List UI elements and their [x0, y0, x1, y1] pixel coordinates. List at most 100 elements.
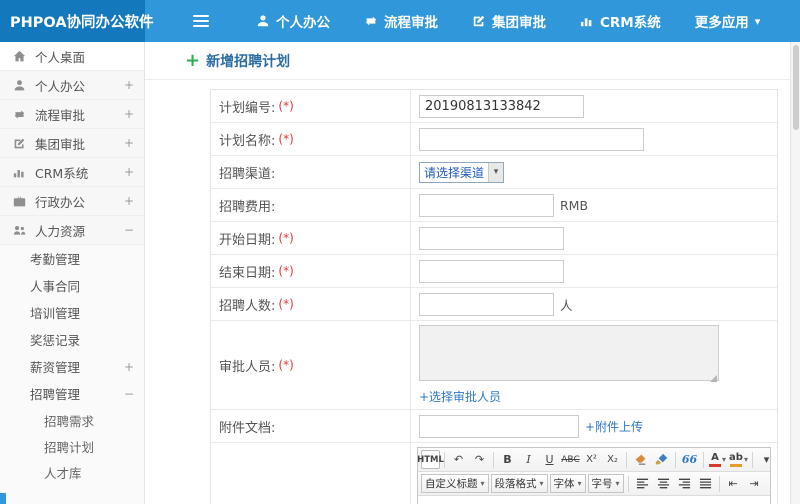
caret-down-icon: ▾: [615, 479, 620, 488]
form-row-attachment: 附件文档: +附件上传: [211, 410, 777, 443]
more-tools-button[interactable]: ▾: [757, 450, 770, 469]
sidebar-item-admin-office[interactable]: 行政办公 +: [0, 187, 144, 216]
blockquote-button[interactable]: 66: [680, 450, 699, 469]
people-icon: [13, 224, 26, 237]
sidebar-item-recruit-mgmt[interactable]: 招聘管理 −: [0, 380, 144, 407]
subscript-button[interactable]: X₂: [603, 450, 622, 469]
headcount-input[interactable]: [419, 292, 554, 316]
align-right-button[interactable]: [675, 474, 694, 493]
expand-toggle-icon[interactable]: +: [124, 360, 134, 374]
font-color-button[interactable]: A ▾: [708, 450, 727, 469]
nav-crm-system[interactable]: CRM系统: [563, 0, 678, 42]
nav-label: 流程审批: [384, 15, 438, 31]
align-center-icon: [657, 477, 670, 490]
plan-no-input[interactable]: [419, 94, 584, 118]
underline-button[interactable]: U: [540, 450, 559, 469]
outdent-button[interactable]: ⇤: [724, 474, 743, 493]
top-nav: 个人办公 流程审批 集团审批 CRM系统 更多应用 ▾: [145, 0, 777, 42]
font-size-dropdown[interactable]: 字号 ▾: [587, 474, 624, 493]
sidebar-item-salary[interactable]: 薪资管理 +: [0, 353, 144, 380]
sidebar-item-personal-office[interactable]: 个人办公 +: [0, 71, 144, 100]
main-content: + 新增招聘计划 计划编号: (*) 计划名称: (*): [145, 42, 800, 504]
caret-down-icon: ▾: [577, 479, 582, 488]
expand-toggle-icon[interactable]: +: [124, 194, 134, 208]
expand-toggle-icon[interactable]: +: [124, 165, 134, 179]
expand-toggle-icon[interactable]: +: [124, 107, 134, 121]
required-mark: (*): [278, 264, 294, 278]
choose-approver-link[interactable]: +选择审批人员: [419, 388, 501, 405]
form-row-approver: 审批人员: (*) +选择审批人员: [211, 321, 777, 410]
nav-process-approval[interactable]: 流程审批: [347, 0, 455, 42]
sidebar-item-desktop[interactable]: 个人桌面: [0, 42, 144, 71]
toolbar-separator: [752, 451, 753, 468]
toolbar-separator: [493, 451, 494, 468]
sidebar-item-recruit-plan[interactable]: 招聘计划: [0, 433, 144, 459]
page-scrollbar[interactable]: [790, 42, 800, 504]
plan-name-input[interactable]: [419, 127, 644, 151]
custom-heading-dropdown[interactable]: 自定义标题 ▾: [421, 474, 489, 493]
font-color-swatch: [709, 463, 721, 467]
expand-toggle-icon[interactable]: +: [124, 78, 134, 92]
nav-more-apps[interactable]: 更多应用 ▾: [678, 0, 778, 42]
collapse-toggle-icon[interactable]: −: [124, 223, 134, 237]
required-mark: (*): [278, 297, 294, 311]
highlight-color-button[interactable]: ab ▾: [729, 450, 748, 469]
select-caret-icon: ▾: [488, 162, 504, 182]
font-family-dropdown[interactable]: 字体 ▾: [549, 474, 586, 493]
form-row-plan-no: 计划编号: (*): [211, 90, 777, 123]
caret-down-icon: ▾: [743, 455, 748, 464]
page-header: + 新增招聘计划: [145, 42, 800, 80]
align-left-button[interactable]: [633, 474, 652, 493]
sidebar-item-recruit-demand[interactable]: 招聘需求: [0, 407, 144, 433]
user-icon: [256, 14, 270, 28]
collapse-toggle-icon[interactable]: −: [124, 387, 134, 401]
briefcase-icon: [13, 195, 26, 208]
rich-text-editor: HTML ↶ ↷ B I U ABC X² X₂ 66 A ▾ ab ▾ ▾ 自…: [417, 447, 771, 504]
nav-personal-office[interactable]: 个人办公: [239, 0, 347, 42]
attachment-input[interactable]: [419, 414, 579, 438]
cost-input[interactable]: [419, 193, 554, 217]
approver-textarea[interactable]: [419, 325, 719, 381]
sidebar-item-training[interactable]: 培训管理: [0, 299, 144, 326]
editor-content-area[interactable]: [418, 496, 770, 504]
sidebar-item-hr-contract[interactable]: 人事合同: [0, 272, 144, 299]
sidebar-item-hr[interactable]: 人力资源 −: [0, 216, 144, 245]
align-center-button[interactable]: [654, 474, 673, 493]
nav-group-approval[interactable]: 集团审批: [455, 0, 563, 42]
italic-button[interactable]: I: [519, 450, 538, 469]
required-mark: (*): [278, 358, 294, 372]
sidebar-item-process-approval[interactable]: 流程审批 +: [0, 100, 144, 129]
sidebar-item-rewards[interactable]: 奖惩记录: [0, 326, 144, 353]
align-justify-button[interactable]: [696, 474, 715, 493]
plan-name-label: 计划名称: (*): [211, 123, 411, 155]
attachment-upload-link[interactable]: +附件上传: [585, 418, 643, 435]
align-right-icon: [678, 477, 691, 490]
plus-icon: +: [185, 49, 201, 71]
format-painter-button[interactable]: [652, 450, 671, 469]
redo-button[interactable]: ↷: [470, 450, 489, 469]
paragraph-format-dropdown[interactable]: 段落格式 ▾: [490, 474, 548, 493]
expand-toggle-icon[interactable]: +: [124, 136, 134, 150]
channel-select[interactable]: 请选择渠道 ▾: [419, 161, 505, 183]
bold-button[interactable]: B: [498, 450, 517, 469]
indent-button[interactable]: ⇥: [745, 474, 764, 493]
sidebar-item-talent-pool[interactable]: 人才库: [0, 459, 144, 485]
home-icon: [13, 50, 26, 63]
edit-icon: [13, 137, 26, 150]
sidebar-scrollbar-thumb[interactable]: [0, 493, 6, 504]
page-scrollbar-thumb[interactable]: [792, 45, 799, 130]
remove-format-button[interactable]: [631, 450, 650, 469]
menu-toggle-icon[interactable]: [193, 15, 209, 27]
sidebar-item-group-approval[interactable]: 集团审批 +: [0, 129, 144, 158]
html-source-button[interactable]: HTML: [418, 450, 444, 469]
required-mark: (*): [278, 99, 294, 113]
align-justify-icon: [699, 477, 712, 490]
superscript-button[interactable]: X²: [582, 450, 601, 469]
strikethrough-button[interactable]: ABC: [561, 450, 580, 469]
required-mark: (*): [278, 132, 294, 146]
sidebar-item-attendance[interactable]: 考勤管理: [0, 245, 144, 272]
sidebar-item-crm[interactable]: CRM系统 +: [0, 158, 144, 187]
end-date-input[interactable]: [419, 259, 564, 283]
start-date-input[interactable]: [419, 226, 564, 250]
undo-button[interactable]: ↶: [449, 450, 468, 469]
